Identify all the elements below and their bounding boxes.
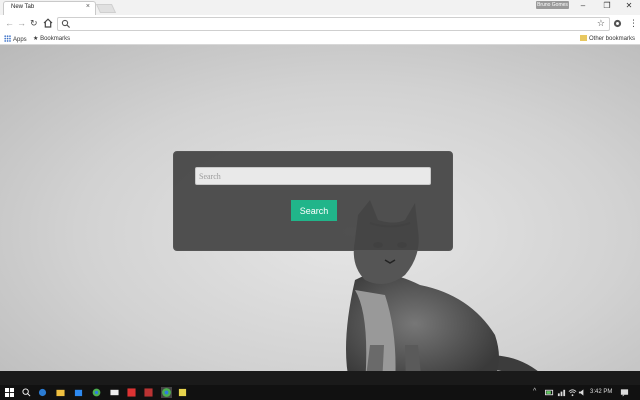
bookmarks-bar: Apps ★ Bookmarks Other bookmarks [0,33,640,45]
reload-icon[interactable]: ↻ [30,17,38,29]
forward-icon[interactable]: → [17,17,26,29]
file-explorer-icon[interactable] [56,388,65,397]
notification-icon[interactable] [620,388,629,397]
apps-grid-icon [4,35,11,42]
extension-icon[interactable] [613,19,622,28]
restore-icon[interactable]: ❐ [596,0,618,12]
taskbar: ^ 3:42 PM [0,385,640,400]
battery-icon[interactable] [545,388,554,397]
store-icon[interactable] [74,388,83,397]
browser-toolbar: ← → ↻ ☆ ⋮ [0,15,640,33]
bookmark-star-icon[interactable]: ☆ [597,18,605,29]
search-panel: Search [173,151,453,251]
windows-start-icon[interactable] [5,388,14,397]
volume-icon[interactable] [578,388,587,397]
notes-icon[interactable] [178,388,187,397]
search-input[interactable] [195,167,431,185]
tab-title: New Tab [11,4,35,10]
back-icon[interactable]: ← [5,17,14,29]
search-icon[interactable] [22,388,31,397]
wifi-icon[interactable] [568,388,577,397]
new-tab-button[interactable] [95,4,117,13]
tab-new-tab[interactable]: New Tab × [3,1,96,15]
search-button[interactable]: Search [291,200,337,221]
mail-icon[interactable] [110,388,119,397]
word-icon[interactable] [127,388,136,397]
chrome-icon[interactable] [92,388,101,397]
chevron-up-icon[interactable]: ^ [533,388,536,395]
bookmark-star-icon: ★ [33,36,39,42]
other-bookmarks[interactable]: Other bookmarks [580,35,635,43]
profile-button[interactable]: Bruno Gomes [536,1,569,9]
menu-icon[interactable]: ⋮ [629,18,638,28]
tab-strip: New Tab × Bruno Gomes – ❐ ✕ [0,0,640,15]
page-background: Search [0,45,640,385]
bookmarks-shortcut[interactable]: ★ Bookmarks [33,35,70,43]
other-bookmarks-label: Other bookmarks [589,36,636,42]
apps-label: Apps [13,37,27,43]
search-icon [61,19,71,29]
network-icon[interactable] [557,388,566,397]
folder-icon [580,35,587,41]
minimize-icon[interactable]: – [572,0,594,12]
ground-silhouette [0,371,640,385]
bookmarks-label: Bookmarks [40,36,71,42]
home-icon[interactable] [43,18,53,28]
edge-icon[interactable] [38,388,47,397]
chrome-active-icon[interactable] [161,387,172,398]
apps-shortcut[interactable]: Apps [4,35,27,44]
app-icon[interactable] [144,388,153,397]
clock[interactable]: 3:42 PM [590,389,612,395]
address-bar[interactable]: ☆ [57,17,610,31]
close-window-icon[interactable]: ✕ [618,0,640,12]
close-tab-icon[interactable]: × [86,3,90,10]
